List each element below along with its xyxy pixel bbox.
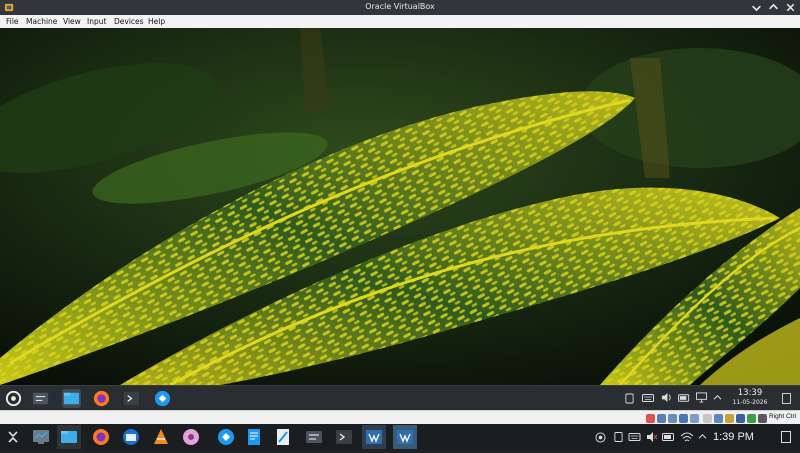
firefox-icon [93,390,110,407]
cpu-indicator-icon[interactable] [736,414,745,423]
window-titlebar: Oracle VirtualBox [0,0,800,15]
battery-icon[interactable] [662,433,676,441]
mouse-integration-indicator-icon[interactable] [747,414,756,423]
host-app-vlc[interactable] [151,427,171,447]
wifi-icon[interactable] [680,431,694,443]
hard-disk-indicator-icon[interactable] [646,414,655,423]
terminal-icon [123,391,140,406]
battery-icon[interactable] [678,394,691,402]
guest-clock[interactable]: 13:39 11-05-2026 [722,388,778,406]
host-launcher-button[interactable] [3,427,23,447]
keyboard-icon[interactable] [642,394,654,402]
system-settings-icon [32,392,49,405]
show-desktop-icon[interactable] [782,393,791,404]
guest-app-terminal[interactable] [122,389,141,408]
host-taskbar [0,424,800,450]
keyboard-icon[interactable] [628,433,641,441]
menu-devices[interactable]: Devices [114,17,144,26]
guest-clock-time: 13:39 [737,388,763,398]
host-clock[interactable]: 1:39 PM [713,431,754,443]
host-app-settings[interactable] [304,427,324,447]
menu-help[interactable]: Help [148,17,165,26]
maximize-icon [769,3,778,10]
minimize-button[interactable] [750,1,763,14]
guest-app-settings[interactable] [31,389,50,408]
menu-file[interactable]: File [6,17,19,26]
discover-icon [218,429,234,445]
clipboard-icon[interactable] [614,431,623,443]
file-manager-icon [61,431,77,443]
usb-indicator-icon[interactable] [690,414,699,423]
chevron-up-icon[interactable] [698,433,707,440]
file-manager-icon [63,392,80,405]
display-indicator-icon[interactable] [714,414,723,423]
menu-input[interactable]: Input [87,17,106,26]
host-app-kwrite[interactable] [273,427,293,447]
audio-indicator-icon[interactable] [668,414,677,423]
desktop-wallpaper [0,28,800,385]
firefox-icon [93,429,109,445]
vbox-statusbar: Right Ctrl [0,410,800,424]
host-app-terminal[interactable] [334,427,354,447]
optical-drive-indicator-icon[interactable] [657,414,666,423]
menu-machine[interactable]: Machine [26,17,57,26]
menubar: File Machine View Input Devices Help [0,15,800,28]
vlc-icon [154,429,168,444]
host-app-firefox[interactable] [91,427,111,447]
chevron-up-icon[interactable] [713,394,722,401]
settings-icon [306,431,322,443]
close-icon [786,3,795,12]
recording-indicator-icon[interactable] [725,414,734,423]
maximize-button[interactable] [767,1,780,14]
vm-display[interactable] [0,28,800,385]
host-app-virtualbox-vm[interactable] [393,425,417,449]
kwrite-icon [277,429,289,445]
host-app-system-monitor[interactable] [31,427,51,447]
guest-taskbar [0,385,800,410]
keyboard-capture-indicator-icon[interactable] [758,414,767,423]
guest-app-files[interactable] [62,389,81,408]
network-indicator-icon[interactable] [679,414,688,423]
guest-launcher-button[interactable] [4,389,23,408]
virtualbox-vm-icon [397,430,413,444]
clipboard-icon[interactable] [625,393,634,404]
shared-folders-indicator-icon[interactable] [703,414,712,423]
guest-app-firefox[interactable] [92,389,111,408]
kate-icon [248,429,260,445]
show-desktop-icon[interactable] [781,431,791,443]
volume-icon[interactable] [661,392,672,403]
host-app-elisa[interactable] [181,427,201,447]
terminal-icon [336,430,352,444]
system-monitor-icon [33,430,49,444]
host-app-virtualbox[interactable] [362,425,386,449]
host-app-thunderbird[interactable] [121,427,141,447]
menu-view[interactable]: View [63,17,81,26]
kde-launcher-icon [5,390,22,407]
record-icon[interactable] [595,432,606,443]
app-launcher-icon [8,431,18,443]
host-app-kate[interactable] [244,427,264,447]
thunderbird-icon [123,429,139,445]
virtualbox-icon [366,430,382,444]
host-app-files-active[interactable] [57,425,81,449]
elisa-icon [183,429,199,445]
host-app-discover[interactable] [216,427,236,447]
window-title: Oracle VirtualBox [365,2,435,11]
display-icon[interactable] [696,392,707,403]
close-button[interactable] [784,1,797,14]
volume-muted-icon[interactable] [646,431,658,443]
discover-icon [154,390,171,407]
guest-app-discover[interactable] [153,389,172,408]
guest-clock-date: 11-05-2026 [732,399,768,406]
minimize-icon [752,5,761,12]
host-key-label: Right Ctrl [769,413,797,420]
